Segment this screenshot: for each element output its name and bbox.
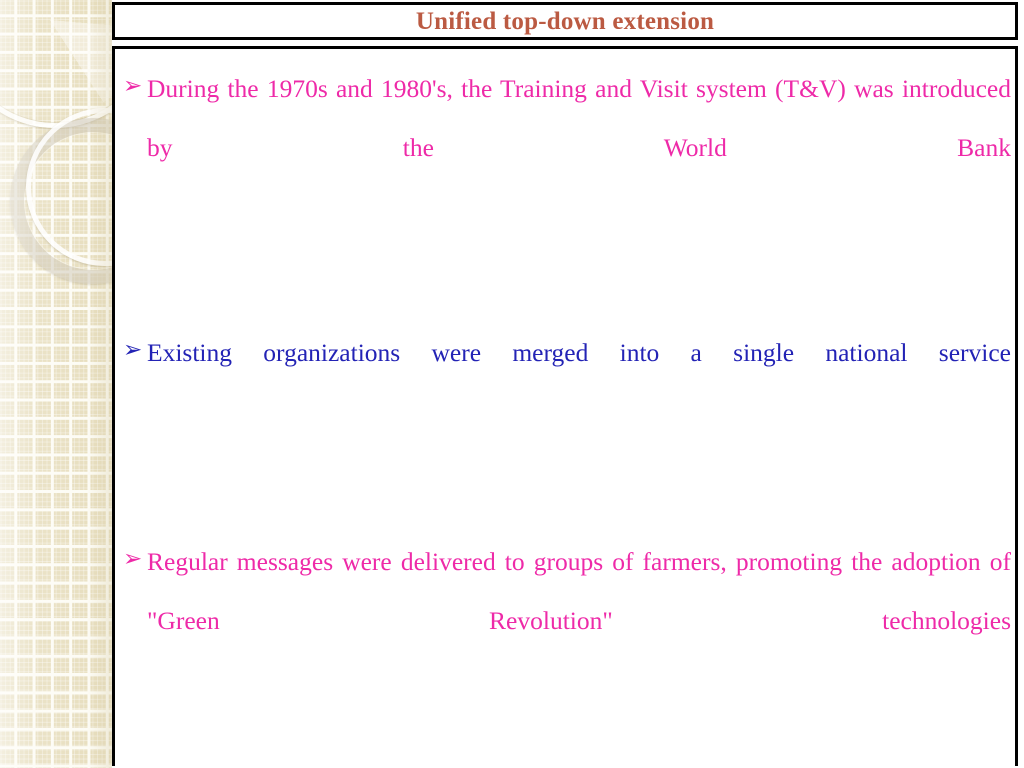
slide-title: Unified top-down extension	[415, 7, 715, 35]
bullet-text-2: Existing organizations were merged into …	[147, 338, 1011, 368]
decorative-left-band	[0, 0, 112, 768]
title-box: Unified top-down extension	[112, 2, 1018, 40]
bullet-item-3: ➢ Regular messages were delivered to gro…	[119, 532, 1011, 710]
content-box: ➢ During the 1970s and 1980's, the Train…	[112, 46, 1018, 766]
bullet-list: ➢ During the 1970s and 1980's, the Train…	[119, 59, 1011, 768]
arrow-bullet-icon: ➢	[123, 73, 143, 98]
bullet-item-1: ➢ During the 1970s and 1980's, the Train…	[119, 59, 1011, 237]
bullet-item-2: ➢ Existing organizations were merged int…	[119, 323, 1011, 442]
bullet-text-1: During the 1970s and 1980's, the Trainin…	[147, 74, 1011, 163]
arrow-bullet-icon: ➢	[123, 337, 143, 363]
arrow-bullet-icon: ➢	[123, 546, 143, 572]
slide-canvas: Unified top-down extension ➢ During the …	[0, 0, 1024, 768]
bullet-text-3: Regular messages were delivered to group…	[147, 547, 1011, 636]
